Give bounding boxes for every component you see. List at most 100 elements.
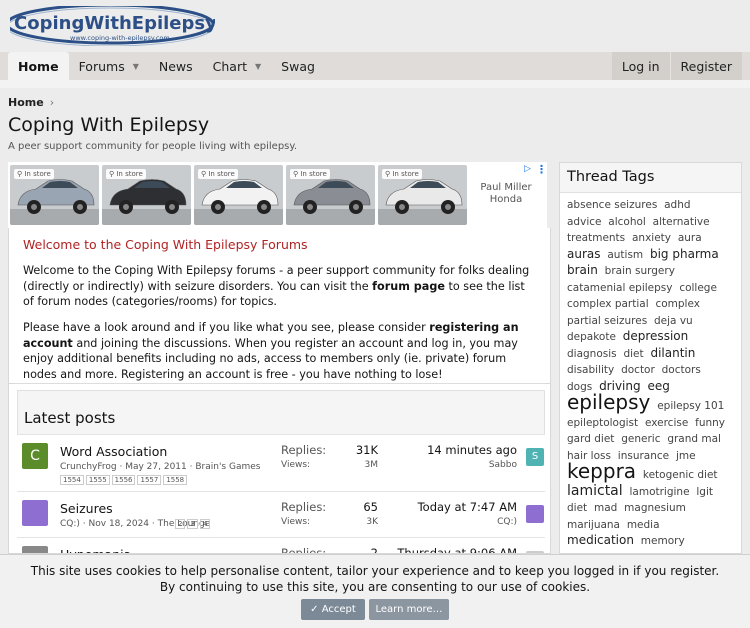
thread-author[interactable]: CQ:) <box>60 519 80 529</box>
tag-link[interactable]: depakote <box>567 331 616 343</box>
tag-link[interactable]: lamictal <box>567 483 623 499</box>
breadcrumb-home[interactable]: Home <box>8 96 44 109</box>
tag-link[interactable]: advice <box>567 216 601 228</box>
author-avatar[interactable] <box>22 546 48 553</box>
tag-link[interactable]: keppra <box>567 459 636 483</box>
ad-car-image[interactable]: ⚲ In store <box>102 165 191 225</box>
site-logo[interactable]: CopingWithEpilepsy www.coping-with-epile… <box>10 6 215 46</box>
tag-link[interactable]: deja vu <box>654 315 693 327</box>
login-button[interactable]: Log in <box>611 52 670 80</box>
tag-link[interactable]: medication <box>567 533 634 547</box>
last-post-time[interactable]: 14 minutes ago <box>427 443 517 457</box>
page-link[interactable]: 3 <box>187 519 198 529</box>
latest-posts-heading[interactable]: Latest posts <box>24 409 115 427</box>
last-post-user[interactable]: Sabbo <box>489 460 517 470</box>
tag-link[interactable]: doctor <box>621 364 655 376</box>
tag-link[interactable]: jme <box>676 450 696 462</box>
page-link[interactable]: 1556 <box>111 475 136 485</box>
last-poster-avatar[interactable] <box>526 505 544 523</box>
tag-link[interactable]: epilepsy <box>567 390 650 414</box>
ad-car-image[interactable]: ⚲ In store <box>194 165 283 225</box>
tag-link[interactable]: big pharma <box>650 247 719 261</box>
tag-link[interactable]: autism <box>607 249 643 261</box>
tag-link[interactable]: mad <box>594 502 617 514</box>
nav-swag[interactable]: Swag <box>271 52 325 80</box>
tag-link[interactable]: complex partial <box>567 298 649 310</box>
in-store-label: In store <box>208 170 235 178</box>
tag-link[interactable]: anxiety <box>632 232 671 244</box>
tag-link[interactable]: college <box>679 282 717 294</box>
page-link[interactable]: 2 <box>175 519 186 529</box>
page-link[interactable]: 1554 <box>60 475 84 485</box>
ad-car-image[interactable]: ⚲ In store <box>378 165 467 225</box>
last-post-time[interactable]: Today at 7:47 AM <box>418 500 517 514</box>
page-link[interactable]: 1558 <box>163 475 188 485</box>
cookie-notice: This site uses cookies to help personali… <box>0 554 750 628</box>
nav-chart[interactable]: Chart ▼ <box>203 52 272 80</box>
thread-date[interactable]: May 27, 2011 <box>125 462 187 472</box>
thread-date[interactable]: Nov 18, 2024 <box>89 519 150 529</box>
page-link[interactable]: 1555 <box>85 475 110 485</box>
tag-link[interactable]: ketogenic diet <box>643 469 718 481</box>
ad-advertiser[interactable]: Paul Miller Honda <box>472 182 540 206</box>
tag-link[interactable]: catamenial epilepsy <box>567 282 672 294</box>
last-poster-avatar[interactable]: S <box>526 448 544 466</box>
tag-link[interactable]: absence seizures <box>567 199 657 211</box>
tag-link[interactable]: marijuana <box>567 519 620 531</box>
nav-forums[interactable]: Forums ▼ <box>69 52 149 80</box>
tag-link[interactable]: diagnosis <box>567 348 617 360</box>
register-button[interactable]: Register <box>669 52 742 80</box>
tag-link[interactable]: epileptologist <box>567 417 638 429</box>
tag-link[interactable]: disability <box>567 364 614 376</box>
thread-title[interactable]: Seizures <box>60 501 113 516</box>
tag-link[interactable]: dilantin <box>650 346 695 360</box>
tag-link[interactable]: epilepsy 101 <box>657 400 724 412</box>
tag-link[interactable]: aura <box>678 232 702 244</box>
advertisement-banner[interactable]: ⚲ In store ⚲ In store ⚲ In store ⚲ In st… <box>8 162 547 228</box>
tag-link[interactable]: auras <box>567 247 601 261</box>
thread-author[interactable]: CrunchyFrog <box>60 462 117 472</box>
tag-link[interactable]: gard diet <box>567 433 614 445</box>
last-post-time[interactable]: Thursday at 9:06 AM <box>397 546 517 553</box>
tag-link[interactable]: alcohol <box>608 216 646 228</box>
tag-link[interactable]: brain surgery <box>605 265 675 277</box>
tag-link[interactable]: memory <box>641 535 685 547</box>
latest-posts: Latest posts C Word Association CrunchyFro… <box>8 384 551 554</box>
tag-link[interactable]: adhd <box>664 199 690 211</box>
forum-page-link[interactable]: forum page <box>372 280 445 293</box>
thread-title[interactable]: Hypomania <box>60 547 131 553</box>
tag-link[interactable]: magnesium <box>624 502 686 514</box>
nav-news[interactable]: News <box>149 52 203 80</box>
tag-link[interactable]: diet <box>623 348 643 360</box>
tag-link[interactable]: eeg <box>647 379 669 393</box>
thread-row[interactable]: Hypomania Replies: 2 Thursday at 9:06 AM <box>17 537 545 553</box>
tag-link[interactable]: generic <box>621 433 660 445</box>
tag-link[interactable]: exercise <box>645 417 688 429</box>
tag-link[interactable]: lamotrigine <box>629 486 689 498</box>
tag-link[interactable]: brain <box>567 263 598 277</box>
chevron-down-icon[interactable]: ▼ <box>255 62 261 71</box>
page-link[interactable]: 4 <box>199 519 211 529</box>
thread-title[interactable]: Word Association <box>60 444 167 459</box>
tag-link[interactable]: grand mal <box>667 433 721 445</box>
accept-cookies-button[interactable]: ✓ Accept <box>301 599 365 620</box>
tag-link[interactable]: doctors <box>662 364 701 376</box>
tag-link[interactable]: media <box>627 519 660 531</box>
tag-link[interactable]: depression <box>623 329 688 343</box>
learn-more-button[interactable]: Learn more… <box>369 599 449 620</box>
author-avatar[interactable]: C <box>22 443 48 469</box>
author-avatar[interactable] <box>22 500 48 526</box>
more-options-icon[interactable]: ⋮ <box>536 163 547 176</box>
thread-row[interactable]: C Word Association CrunchyFrog · May 27, 2… <box>17 434 545 491</box>
ad-car-image[interactable]: ⚲ In store <box>286 165 375 225</box>
nav-home[interactable]: Home <box>8 52 69 80</box>
tag-link[interactable]: funny <box>695 417 725 429</box>
ad-car-image[interactable]: ⚲ In store <box>10 165 99 225</box>
adchoices-icon[interactable]: ▷ <box>524 164 531 174</box>
last-post-user[interactable]: CQ:) <box>497 517 517 527</box>
nav-label: Forums <box>78 58 125 74</box>
thread-forum[interactable]: Brain's Games <box>195 462 260 472</box>
nav-label: Home <box>18 58 59 74</box>
page-link[interactable]: 1557 <box>137 475 162 485</box>
chevron-down-icon[interactable]: ▼ <box>133 62 139 71</box>
